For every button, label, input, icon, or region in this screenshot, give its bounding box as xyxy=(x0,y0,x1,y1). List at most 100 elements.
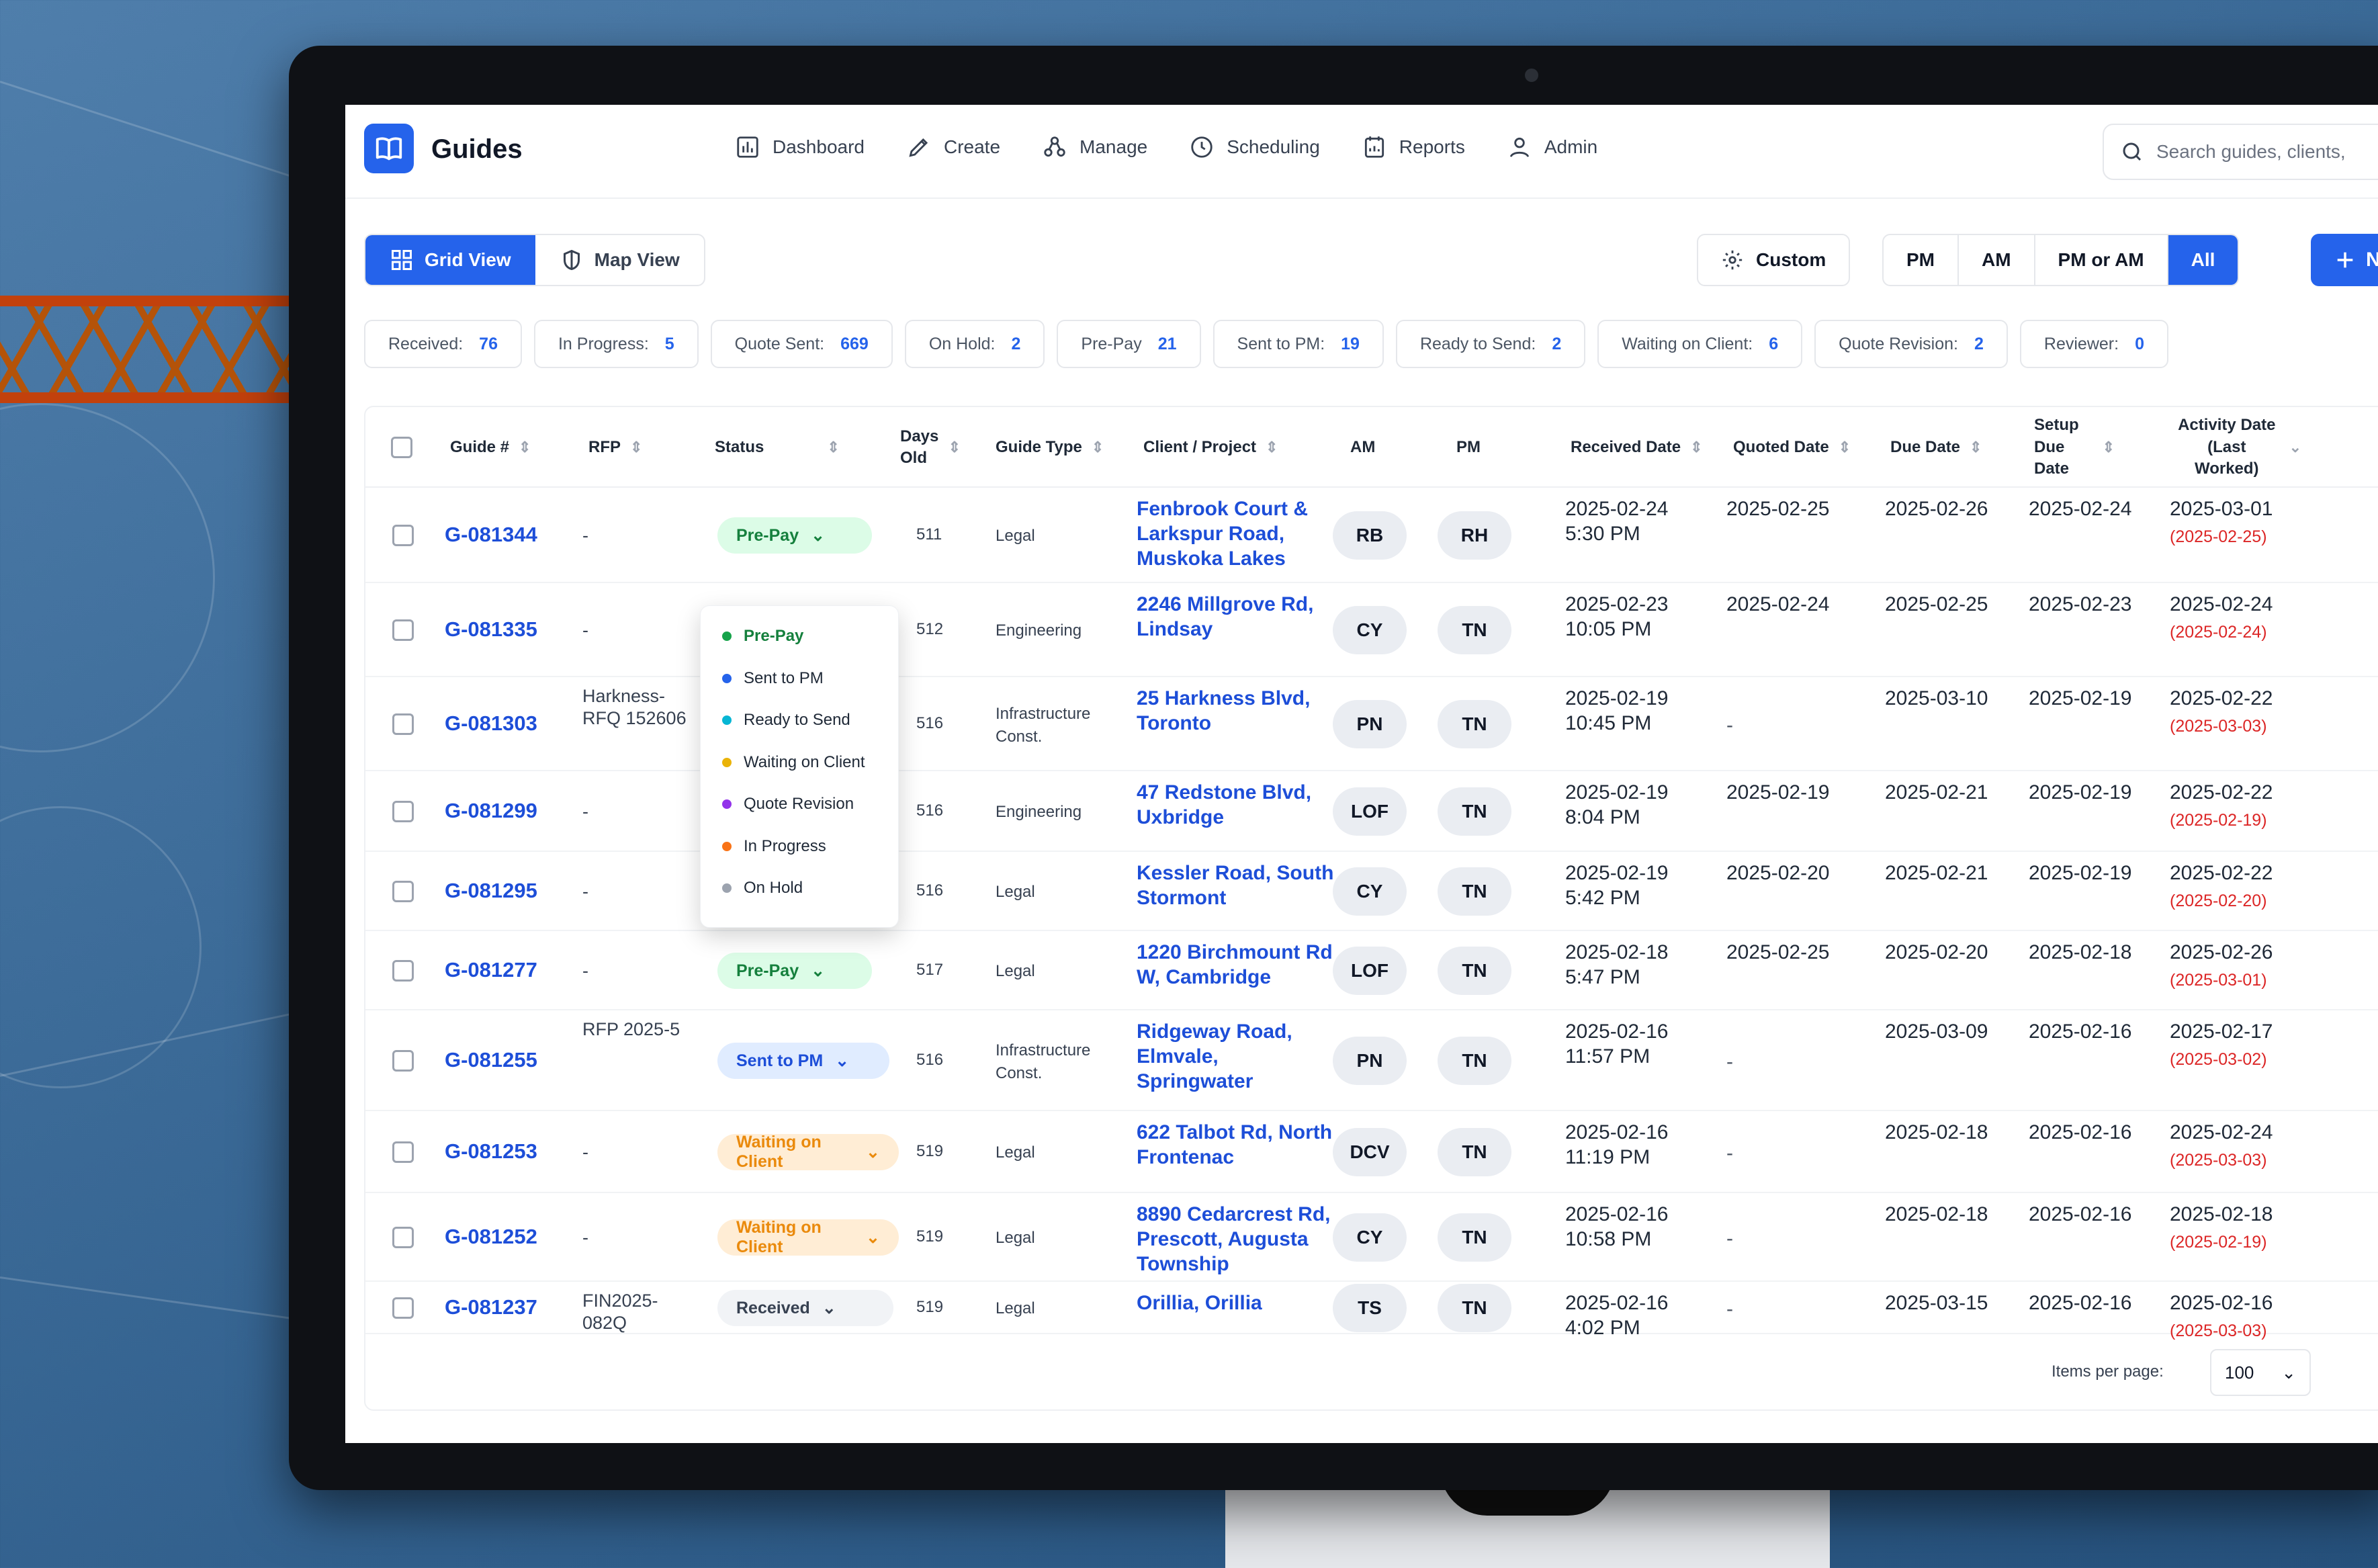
status-count-chip[interactable]: Reviewer: 0 xyxy=(2019,320,2168,368)
status-dropdown[interactable]: Sent to PM ⌄ xyxy=(717,1043,889,1079)
status-dropdown[interactable]: Pre-Pay ⌄ xyxy=(717,953,872,989)
row-checkbox[interactable] xyxy=(392,881,414,902)
items-per-page-select[interactable]: 100 ⌄ xyxy=(2210,1349,2311,1396)
nav-manage[interactable]: Manage xyxy=(1042,134,1147,160)
grid-view-button[interactable]: Grid View xyxy=(365,235,535,285)
activity-date-overdue: (2025-02-25) xyxy=(2170,527,2267,546)
client-project-link[interactable]: 622 Talbot Rd, North Frontenac xyxy=(1137,1121,1338,1170)
col-client[interactable]: Client / Project ⇕ xyxy=(1143,407,1278,488)
client-project-link[interactable]: 8890 Cedarcrest Rd, Prescott, Augusta To… xyxy=(1137,1203,1338,1277)
client-project-link[interactable]: Ridgeway Road, Elmvale, Springwater xyxy=(1137,1020,1338,1094)
guide-number-link[interactable]: G-081255 xyxy=(445,1047,537,1073)
guide-number-link[interactable]: G-081303 xyxy=(445,711,537,736)
table-row[interactable]: G-081277 - Pre-Pay ⌄ 517 Legal 1220 Birch… xyxy=(365,931,2378,1010)
activity-date-cell: 2025-02-24 xyxy=(2170,593,2273,615)
client-project-link[interactable]: Kessler Road, South Stormont xyxy=(1137,861,1338,911)
row-checkbox[interactable] xyxy=(392,1050,414,1072)
role-all-button[interactable]: All xyxy=(2168,235,2238,285)
row-checkbox[interactable] xyxy=(392,713,414,735)
table-row[interactable]: G-081299 - 516 Engineering 47 Redstone B… xyxy=(365,771,2378,852)
status-count-chip[interactable]: Ready to Send: 2 xyxy=(1395,320,1586,368)
col-quoted[interactable]: Quoted Date ⇕ xyxy=(1733,407,1851,488)
row-checkbox[interactable] xyxy=(392,960,414,982)
table-row[interactable]: G-081295 - Pre-Pay⌄ 516 Legal Kessler Ro… xyxy=(365,852,2378,931)
guide-number-link[interactable]: G-081277 xyxy=(445,957,537,983)
nav-create[interactable]: Create xyxy=(906,134,1000,160)
chevron-down-icon: ⌄ xyxy=(866,1228,880,1247)
status-menu-item[interactable]: Waiting on Client xyxy=(701,742,898,784)
guide-number-link[interactable]: G-081237 xyxy=(445,1295,537,1320)
client-project-link[interactable]: Orillia, Orillia xyxy=(1137,1291,1338,1316)
status-menu-item[interactable]: Quote Revision xyxy=(701,783,898,826)
status-menu-item[interactable]: Ready to Send xyxy=(701,699,898,742)
table-row[interactable]: G-081253 - Waiting on Client ⌄ 519 Legal … xyxy=(365,1111,2378,1193)
client-project-link[interactable]: 1220 Birchmount Rd W, Cambridge xyxy=(1137,941,1338,990)
custom-button[interactable]: Custom xyxy=(1697,234,1851,286)
row-checkbox[interactable] xyxy=(392,525,414,546)
new-guide-button[interactable]: Ne xyxy=(2311,234,2378,286)
status-dropdown[interactable]: Waiting on Client ⌄ xyxy=(717,1133,899,1171)
guide-number-link[interactable]: G-081252 xyxy=(445,1224,537,1250)
status-count-chip[interactable]: Quote Sent: 669 xyxy=(710,320,893,368)
col-am[interactable]: AM xyxy=(1350,407,1375,488)
role-am-button[interactable]: AM xyxy=(1959,235,2035,285)
status-menu-item[interactable]: Sent to PM xyxy=(701,658,898,700)
nav-reports[interactable]: Reports xyxy=(1362,134,1465,160)
client-project-link[interactable]: 25 Harkness Blvd, Toronto xyxy=(1137,687,1338,736)
status-count-chip[interactable]: Received: 76 xyxy=(364,320,522,368)
status-dropdown[interactable]: Pre-Pay ⌄ xyxy=(717,517,872,554)
chevron-down-icon: ⌄ xyxy=(2281,1362,2296,1383)
col-type[interactable]: Guide Type ⇕ xyxy=(996,407,1104,488)
search-input[interactable] xyxy=(2156,141,2378,163)
status-count-chip[interactable]: Pre-Pay 21 xyxy=(1057,320,1201,368)
row-checkbox[interactable] xyxy=(392,801,414,822)
guide-number-link[interactable]: G-081344 xyxy=(445,522,537,548)
status-count-chip[interactable]: Quote Revision: 2 xyxy=(1814,320,2008,368)
role-pm-or-am-button[interactable]: PM or AM xyxy=(2035,235,2168,285)
guide-number-link[interactable]: G-081253 xyxy=(445,1139,537,1164)
status-dropdown[interactable]: Waiting on Client ⌄ xyxy=(717,1218,899,1256)
select-all-checkbox[interactable] xyxy=(391,437,412,458)
table-row[interactable]: G-081252 - Waiting on Client ⌄ 519 Legal … xyxy=(365,1193,2378,1282)
col-status[interactable]: Status ⇕ xyxy=(715,407,840,488)
col-pm[interactable]: PM xyxy=(1456,407,1481,488)
guide-type-cell: Legal xyxy=(996,883,1035,901)
table-row[interactable]: G-081303 Harkness-RFQ 152606 516 Infrast… xyxy=(365,677,2378,771)
table-row[interactable]: G-081237 FIN2025-082Q Received ⌄ 519 Lega… xyxy=(365,1282,2378,1340)
row-checkbox[interactable] xyxy=(392,619,414,641)
nav-scheduling[interactable]: Scheduling xyxy=(1189,134,1320,160)
col-activity[interactable]: Activity Date (Last Worked) ⌄ xyxy=(2174,407,2301,488)
col-setup[interactable]: Setup Due Date ⇕ xyxy=(2034,407,2115,488)
col-days[interactable]: Days Old ⇕ xyxy=(900,407,961,488)
client-project-link[interactable]: 47 Redstone Blvd, Uxbridge xyxy=(1137,781,1338,830)
status-count-chip[interactable]: On Hold: 2 xyxy=(904,320,1045,368)
status-count-chip[interactable]: Waiting on Client: 6 xyxy=(1597,320,1803,368)
book-logo-icon[interactable] xyxy=(364,124,414,173)
table-row[interactable]: G-081255 RFP 2025-5 Sent to PM ⌄ 516 Infr… xyxy=(365,1010,2378,1111)
status-count-chip[interactable]: Sent to PM: 19 xyxy=(1213,320,1384,368)
nav-dashboard[interactable]: Dashboard xyxy=(735,134,865,160)
status-menu-item[interactable]: On Hold xyxy=(701,867,898,910)
status-menu-item[interactable]: Pre-Pay xyxy=(701,615,898,658)
search-box[interactable] xyxy=(2103,124,2378,180)
row-checkbox[interactable] xyxy=(392,1227,414,1248)
role-pm-button[interactable]: PM xyxy=(1884,235,1959,285)
table-row[interactable]: G-081344 - Pre-Pay ⌄ 511 Legal Fenbrook C… xyxy=(365,488,2378,583)
status-count-chip[interactable]: In Progress: 5 xyxy=(533,320,699,368)
col-received[interactable]: Received Date ⇕ xyxy=(1571,407,1703,488)
guide-number-link[interactable]: G-081295 xyxy=(445,878,537,904)
nav-admin[interactable]: Admin xyxy=(1507,134,1597,160)
client-project-link[interactable]: Fenbrook Court & Larkspur Road, Muskoka … xyxy=(1137,497,1338,572)
guide-number-link[interactable]: G-081335 xyxy=(445,617,537,642)
table-row[interactable]: G-081335 - 512 Engineering 2246 Millgrov… xyxy=(365,583,2378,677)
row-checkbox[interactable] xyxy=(392,1297,414,1319)
map-view-button[interactable]: Map View xyxy=(535,235,704,285)
status-dropdown[interactable]: Received ⌄ xyxy=(717,1290,893,1326)
col-due[interactable]: Due Date ⇕ xyxy=(1890,407,1982,488)
client-project-link[interactable]: 2246 Millgrove Rd, Lindsay xyxy=(1137,593,1338,642)
row-checkbox[interactable] xyxy=(392,1141,414,1163)
guide-number-link[interactable]: G-081299 xyxy=(445,798,537,824)
status-menu-item[interactable]: In Progress xyxy=(701,826,898,868)
col-guide[interactable]: Guide # ⇕ xyxy=(450,407,531,488)
col-rfp[interactable]: RFP ⇕ xyxy=(588,407,642,488)
